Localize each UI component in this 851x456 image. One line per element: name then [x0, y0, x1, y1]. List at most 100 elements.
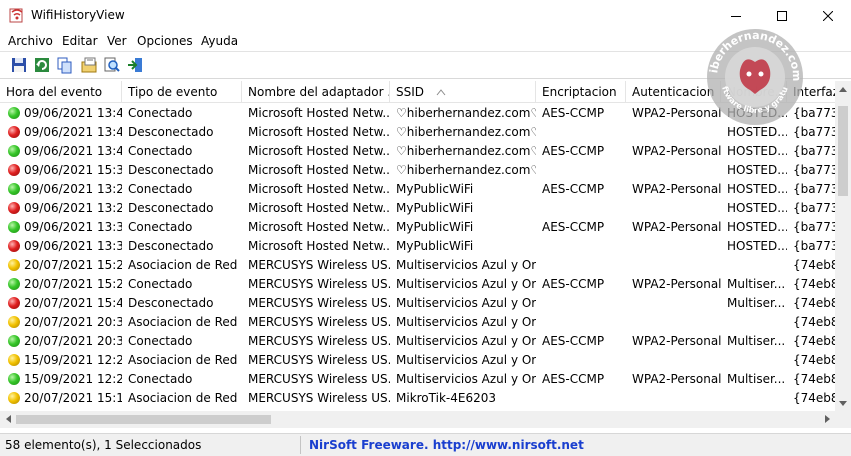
cell-ssid: Multiservicios Azul y Oro [396, 258, 536, 272]
history-list[interactable]: Hora del evento Tipo de evento Nombre de… [0, 81, 851, 411]
menu-editar[interactable]: Editar [62, 34, 98, 48]
cell-interface: {74eb83 [793, 296, 835, 310]
column-header-auth[interactable]: Autenticacion [626, 81, 721, 103]
cell-adapter: MERCUSYS Wireless US... [248, 391, 390, 405]
refresh-icon[interactable] [33, 56, 51, 74]
vertical-scroll-thumb[interactable] [838, 106, 848, 196]
scroll-down-icon[interactable] [835, 395, 851, 411]
status-red-icon [8, 202, 20, 214]
menu-opciones[interactable]: Opciones [137, 34, 193, 48]
table-row[interactable]: 20/07/2021 20:3... Conectado MERCUSYS Wire… [0, 332, 835, 351]
scroll-left-icon[interactable] [0, 411, 16, 427]
cell-interface: {ba7731 [793, 163, 835, 177]
cell-adapter: Microsoft Hosted Netw... [248, 201, 390, 215]
cell-time: 09/06/2021 13:4... [24, 144, 122, 158]
vertical-scrollbar[interactable] [835, 81, 851, 411]
menu-ayuda[interactable]: Ayuda [201, 34, 238, 48]
scroll-right-icon[interactable] [819, 411, 835, 427]
table-row[interactable]: 09/06/2021 13:4... Conectado Microsoft Hos… [0, 142, 835, 161]
find-icon[interactable] [103, 56, 121, 74]
cell-adapter: MERCUSYS Wireless US... [248, 315, 390, 329]
table-row[interactable]: 20/07/2021 15:2... Conectado MERCUSYS Wire… [0, 275, 835, 294]
cell-event: Desconectado [128, 201, 214, 215]
column-header-ssid[interactable]: SSID [390, 81, 536, 103]
save-icon[interactable] [10, 56, 28, 74]
minimize-button[interactable] [713, 0, 759, 31]
column-header-time[interactable]: Hora del evento [0, 81, 122, 103]
cell-encryption: AES-CCMP [542, 182, 605, 196]
exit-icon[interactable] [126, 56, 144, 74]
column-header-event[interactable]: Tipo de evento [122, 81, 242, 103]
cell-auth [632, 256, 721, 275]
cell-encryption: AES-CCMP [542, 144, 605, 158]
cell-auth [632, 123, 721, 142]
table-row[interactable]: 09/06/2021 13:2... Conectado Microsoft Hos… [0, 180, 835, 199]
table-row[interactable]: 09/06/2021 13:4... Conectado Microsoft Hos… [0, 104, 835, 123]
table-row[interactable]: 20/07/2021 15:2... Asociacion de Red MERCU… [0, 256, 835, 275]
cell-profile: HOSTED... [727, 144, 787, 158]
cell-interface: {ba7731 [793, 144, 835, 158]
menu-ver[interactable]: Ver [107, 34, 127, 48]
toolbar [0, 51, 851, 79]
table-row[interactable]: 20/07/2021 15:1... Asociacion de Red MERCU… [0, 389, 835, 408]
cell-profile: HOSTED... [727, 220, 787, 234]
table-row[interactable]: 20/07/2021 15:4... Desconectado MERCUSYS W… [0, 294, 835, 313]
cell-interface: {74eb83 [793, 353, 835, 367]
cell-time: 09/06/2021 15:3... [24, 163, 122, 177]
cell-adapter: Microsoft Hosted Netw... [248, 144, 390, 158]
cell-ssid: Multiservicios Azul y Oro [396, 353, 536, 367]
cell-ssid: ♡hiberhernandez.com♡ [396, 163, 536, 177]
item-count: 58 elemento(s), 1 Seleccionados [5, 438, 202, 452]
minimize-icon [731, 15, 741, 17]
copy-icon[interactable] [56, 56, 74, 74]
cell-auth: WPA2-Personal [632, 277, 721, 291]
status-green-icon [8, 373, 20, 385]
table-row[interactable]: 20/07/2021 20:3... Asociacion de Red MERCU… [0, 313, 835, 332]
cell-profile [727, 256, 787, 275]
table-row[interactable]: 09/06/2021 13:3... Conectado Microsoft Hos… [0, 218, 835, 237]
table-row[interactable]: 09/06/2021 13:4... Desconectado Microsoft … [0, 123, 835, 142]
close-button[interactable] [805, 0, 851, 31]
cell-event: Conectado [128, 334, 193, 348]
cell-interface: {74eb83 [793, 372, 835, 386]
cell-auth: WPA2-Personal [632, 144, 721, 158]
column-header-adapter[interactable]: Nombre del adaptador ... [242, 81, 390, 103]
properties-icon[interactable] [80, 56, 98, 74]
horizontal-scroll-thumb[interactable] [16, 415, 271, 424]
cell-time: 20/07/2021 20:3... [24, 315, 122, 329]
table-row[interactable]: 09/06/2021 15:3... Desconectado Microsoft … [0, 161, 835, 180]
cell-time: 20/07/2021 15:2... [24, 258, 122, 272]
cell-interface: {ba7731 [793, 106, 835, 120]
cell-ssid: ♡hiberhernandez.com♡ [396, 125, 536, 139]
column-header-profile[interactable]: Nombre... [721, 81, 787, 103]
status-green-icon [8, 221, 20, 233]
column-header-encryption[interactable]: Encriptacion [536, 81, 626, 103]
menu-archivo[interactable]: Archivo [8, 34, 53, 48]
cell-ssid: Multiservicios Azul y Oro [396, 277, 536, 291]
table-row[interactable]: 15/09/2021 12:2... Conectado MERCUSYS Wire… [0, 370, 835, 389]
cell-event: Desconectado [128, 163, 214, 177]
cell-time: 09/06/2021 13:4... [24, 106, 122, 120]
cell-adapter: MERCUSYS Wireless US... [248, 277, 390, 291]
status-red-icon [8, 126, 20, 138]
nirsoft-link[interactable]: NirSoft Freeware. http://www.nirsoft.net [309, 438, 584, 452]
horizontal-scrollbar[interactable] [0, 411, 835, 428]
status-bar: 58 elemento(s), 1 Seleccionados NirSoft … [0, 433, 851, 456]
table-row[interactable]: 09/06/2021 13:2... Desconectado Microsoft … [0, 199, 835, 218]
cell-profile: Multiser... [727, 334, 786, 348]
scroll-up-icon[interactable] [835, 81, 851, 97]
cell-auth: WPA2-Personal [632, 106, 721, 120]
cell-interface: {ba7731 [793, 239, 835, 253]
cell-adapter: MERCUSYS Wireless US... [248, 372, 390, 386]
cell-time: 20/07/2021 20:3... [24, 334, 122, 348]
list-header: Hora del evento Tipo de evento Nombre de… [0, 81, 839, 103]
table-row[interactable]: 15/09/2021 12:2... Asociacion de Red MERCU… [0, 351, 835, 370]
maximize-button[interactable] [759, 0, 805, 31]
status-green-icon [8, 183, 20, 195]
cell-time: 20/07/2021 15:1... [24, 391, 122, 405]
cell-auth [632, 351, 721, 370]
table-row[interactable]: 09/06/2021 13:3... Desconectado Microsoft … [0, 237, 835, 256]
cell-auth [632, 294, 721, 313]
status-green-icon [8, 278, 20, 290]
cell-encryption [542, 161, 626, 180]
